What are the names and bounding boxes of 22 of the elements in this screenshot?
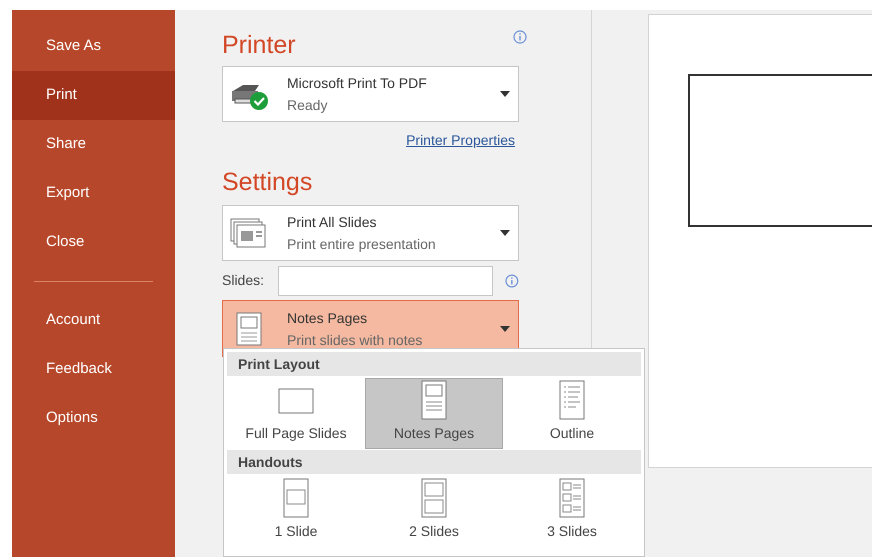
section-heading: Settings [222, 167, 314, 198]
info-icon[interactable] [505, 274, 519, 288]
sidebar-item[interactable]: Print [12, 71, 175, 120]
caret-icon [500, 91, 510, 97]
option-title: Microsoft Print To PDF [287, 74, 427, 92]
option-subtitle: Print entire presentation [287, 235, 436, 253]
caret-icon [500, 230, 510, 236]
option-subtitle: Ready [287, 96, 328, 114]
caret-icon [500, 326, 510, 332]
slides-input-field[interactable] [278, 266, 494, 296]
menu-section-heading: Handouts [227, 450, 641, 474]
print-range-dropdown[interactable]: Print All Slides Print entire presentation [222, 205, 519, 261]
info-icon[interactable] [513, 30, 527, 44]
option-title: Notes Pages [287, 308, 368, 326]
printer-dropdown[interactable]: Microsoft Print To PDF Ready [222, 66, 519, 122]
option-subtitle: Print slides with notes [287, 330, 422, 348]
printer-properties-link[interactable]: Printer Properties [406, 130, 515, 151]
layout-option[interactable]: Notes Pages [365, 378, 503, 449]
section-heading: Printer [222, 30, 296, 61]
slides-label: Slides: [222, 271, 266, 290]
menu-section-heading: Print Layout [227, 352, 641, 376]
option-title: Print All Slides [287, 213, 378, 231]
